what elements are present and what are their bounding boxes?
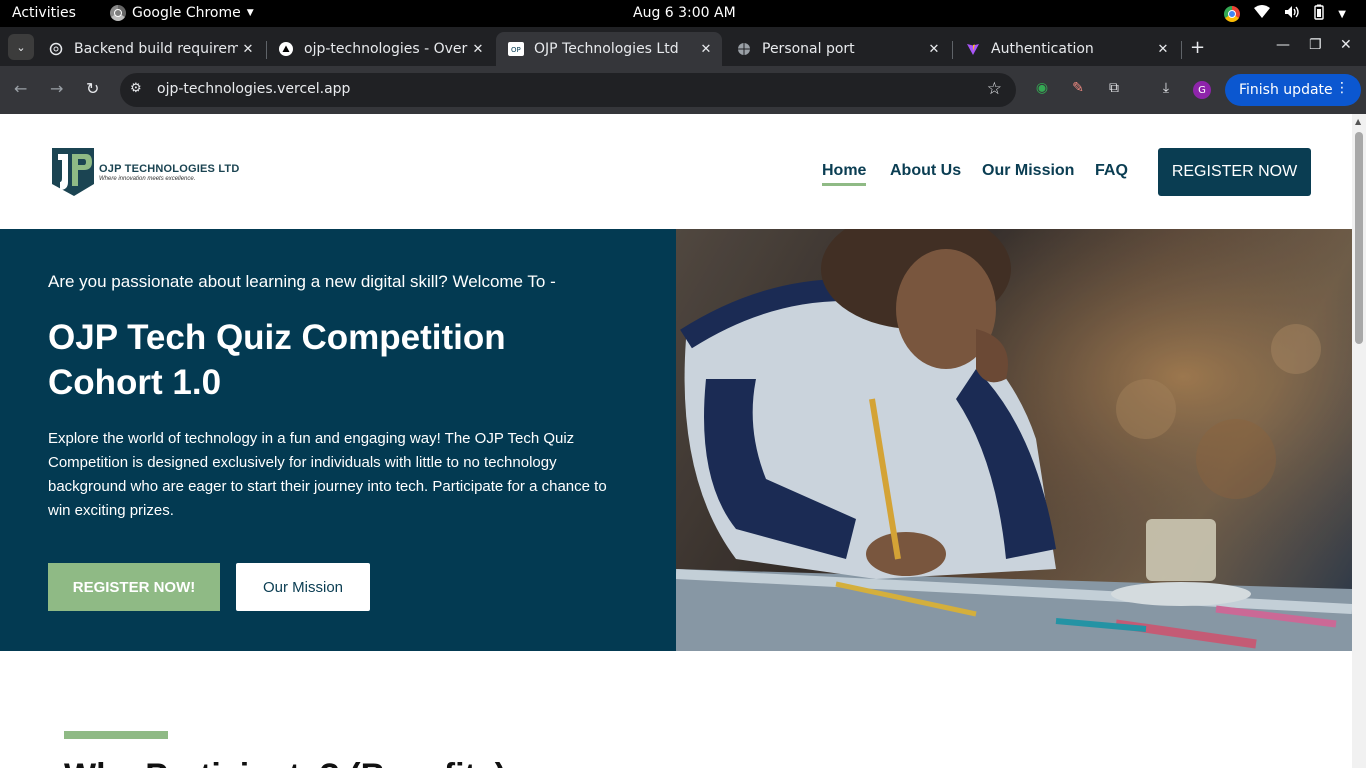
finish-update-button[interactable]: Finish update ⋮ [1225,74,1361,106]
hero-text-panel: Are you passionate about learning a new … [0,229,676,651]
tab-strip: ⌄ Backend build requirem ✕ ojp-technolog… [0,27,1366,66]
register-now-button[interactable]: REGISTER NOW [1158,148,1311,196]
app-menu[interactable]: Google Chrome ▼ [110,5,254,21]
tab-ojp-vercel[interactable]: ojp-technologies - Over ✕ [266,32,494,66]
nav-home[interactable]: Home [822,162,867,186]
tab-title: Personal port [762,41,855,57]
close-window-icon[interactable]: ✕ [1340,37,1352,53]
url-text[interactable]: ojp-technologies.vercel.app [157,81,350,97]
chevron-down-icon: ⌄ [16,40,26,54]
new-tab-icon[interactable]: + [1190,37,1205,58]
tab-title: OJP Technologies Ltd [534,41,679,57]
system-top-bar: Activities Google Chrome ▼ Aug 6 3:00 AM… [0,0,1366,27]
logo-text: OJP TECHNOLOGIES LTD Where innovation me… [99,163,240,182]
svg-text:OP: OP [511,46,521,54]
close-tab-icon[interactable]: ✕ [696,42,716,57]
caret-down-icon: ▼ [246,8,254,18]
extension-pen-icon[interactable]: ✎ [1069,80,1087,98]
hero-description: Explore the world of technology in a fun… [48,430,607,519]
hero-section: Are you passionate about learning a new … [0,229,1352,651]
wifi-icon [1254,5,1271,23]
reload-icon[interactable]: ↻ [86,79,99,98]
battery-icon [1314,4,1324,24]
minimize-icon[interactable]: — [1276,37,1290,53]
chrome-tray-icon[interactable] [1224,6,1241,22]
ojp-logo-mark [50,146,95,198]
bookmark-star-icon[interactable]: ☆ [987,79,1002,99]
hero-photo-student-writing [676,229,1352,651]
logo-tagline: Where innovation meets excellence. [99,175,196,182]
nav-our-mission[interactable]: Our Mission [982,162,1074,180]
site-settings-icon[interactable]: ⚙ [130,81,142,96]
hero-title: OJP Tech Quiz Competition Cohort 1.0 [48,318,506,402]
globe-icon [736,41,752,57]
extension-eye-icon[interactable]: ◉ [1033,80,1051,98]
forward-icon[interactable]: → [50,79,63,98]
power-menu-icon[interactable]: ▼ [1338,9,1346,20]
maximize-icon[interactable]: ❐ [1309,37,1322,53]
hero-register-button[interactable]: REGISTER NOW! [48,563,220,611]
tab-title: Authentication [991,41,1094,57]
extensions-puzzle-icon[interactable]: ⧉ [1105,80,1123,98]
benefits-heading: Why Participate? (Benefits) [64,757,506,768]
browser-toolbar: ← → ↻ ⚙ ojp-technologies.vercel.app ☆ ◉ … [0,66,1366,114]
site-logo[interactable]: OJP TECHNOLOGIES LTD Where innovation me… [50,146,240,198]
close-tab-icon[interactable]: ✕ [468,42,488,57]
page-scrollbar[interactable]: ▲ [1352,114,1366,768]
close-tab-icon[interactable]: ✕ [924,42,944,57]
profile-avatar[interactable]: G [1193,81,1211,99]
page-viewport: OJP TECHNOLOGIES LTD Where innovation me… [0,114,1352,768]
chrome-app-icon [110,5,126,21]
section-accent-bar [64,731,168,739]
download-icon[interactable]: ⤓ [1157,80,1175,98]
clock[interactable]: Aug 6 3:00 AM [633,5,736,21]
address-bar[interactable]: ⚙ ojp-technologies.vercel.app ☆ [120,73,1016,107]
tab-authentication[interactable]: Authentication ✕ [953,32,1179,66]
benefits-section: Why Participate? (Benefits) [0,651,1352,768]
hero-our-mission-button[interactable]: Our Mission [236,563,370,611]
tab-backend-build[interactable]: Backend build requirem ✕ [36,32,264,66]
tab-title: ojp-technologies - Over [304,41,468,57]
scroll-up-icon[interactable]: ▲ [1355,117,1361,126]
vercel-icon [278,41,294,57]
tab-ojp-technologies[interactable]: OP OJP Technologies Ltd ✕ [496,32,722,66]
openai-icon [48,41,64,57]
back-icon[interactable]: ← [14,79,27,98]
close-tab-icon[interactable]: ✕ [238,42,258,57]
activities-button[interactable]: Activities [12,5,76,21]
kebab-menu-icon[interactable]: ⋮ [1335,80,1349,96]
logo-company-name: OJP TECHNOLOGIES LTD [99,162,240,175]
tab-personal-port[interactable]: Personal port ✕ [724,32,950,66]
tab-search-button[interactable]: ⌄ [8,34,34,60]
vite-icon [965,41,981,57]
app-name: Google Chrome [132,5,241,21]
ojp-icon: OP [508,41,524,57]
nav-faq[interactable]: FAQ [1095,162,1128,180]
scrollbar-thumb[interactable] [1355,132,1363,344]
finish-update-label: Finish update [1239,82,1333,98]
hero-kicker: Are you passionate about learning a new … [48,272,556,291]
tab-title: Backend build requirem [74,41,238,57]
site-header: OJP TECHNOLOGIES LTD Where innovation me… [0,114,1352,229]
nav-about-us[interactable]: About Us [890,162,961,180]
volume-icon [1284,5,1300,23]
close-tab-icon[interactable]: ✕ [1153,42,1173,57]
system-tray[interactable]: ▼ [1224,4,1346,24]
